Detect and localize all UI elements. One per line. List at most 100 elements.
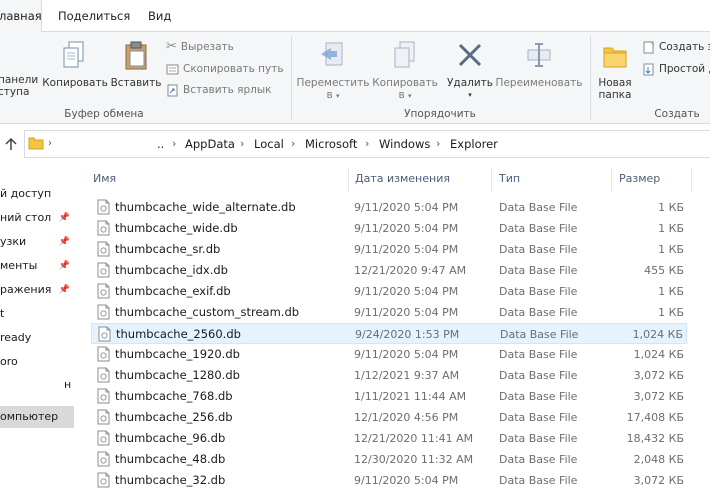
file-size: 2,048 КБ bbox=[633, 453, 684, 466]
chevron-right-icon[interactable]: › bbox=[436, 131, 440, 157]
file-date: 9/11/2020 5:04 PM bbox=[354, 348, 459, 361]
table-row[interactable]: thumbcache_sr.db 9/11/2020 5:04 PM Data Ba… bbox=[91, 239, 687, 260]
file-name: thumbcache_wide.db bbox=[115, 221, 238, 235]
column-divider[interactable] bbox=[691, 168, 692, 192]
folder-icon bbox=[28, 137, 44, 150]
up-arrow-icon[interactable] bbox=[4, 137, 18, 151]
table-row[interactable]: thumbcache_2560.db 9/24/2020 1:53 PM Data … bbox=[91, 323, 687, 344]
file-name: thumbcache_32.db bbox=[115, 473, 226, 487]
table-row[interactable]: thumbcache_48.db 12/30/2020 11:32 AM Data … bbox=[91, 449, 687, 470]
pin-to-quick-access-button[interactable]: панели ступа bbox=[0, 74, 38, 98]
file-date: 9/24/2020 1:53 PM bbox=[355, 328, 460, 341]
chevron-right-icon[interactable]: › bbox=[48, 131, 52, 157]
table-row[interactable]: thumbcache_1280.db 1/12/2021 9:37 AM Data … bbox=[91, 365, 687, 386]
nav-item-documents[interactable]: менты 📌 bbox=[0, 255, 74, 277]
nav-item-downloads[interactable]: узки 📌 bbox=[0, 231, 74, 253]
file-icon bbox=[97, 367, 110, 383]
tab-view-label: Вид bbox=[148, 9, 172, 23]
file-size: 1,024 КБ bbox=[632, 328, 683, 341]
copy-to-button[interactable]: Копировать в ▾ bbox=[370, 40, 440, 102]
file-name: thumbcache_custom_stream.db bbox=[115, 305, 300, 319]
new-item-button[interactable]: Создать э... bbox=[642, 37, 710, 57]
nav-item-label: ражения bbox=[0, 283, 52, 296]
move-to-button[interactable]: Переместить в ▾ bbox=[294, 40, 372, 102]
paste-button[interactable]: Вставить bbox=[110, 40, 162, 89]
table-row[interactable]: thumbcache_exif.db 9/11/2020 5:04 PM Data … bbox=[91, 281, 687, 302]
table-row[interactable]: thumbcache_idx.db 12/21/2020 9:47 AM Data … bbox=[91, 260, 687, 281]
breadcrumb-ellipsis[interactable]: .. bbox=[157, 131, 164, 157]
new-folder-button[interactable]: Новая папка bbox=[594, 40, 636, 101]
breadcrumb-local[interactable]: Local bbox=[254, 131, 284, 157]
column-header-name[interactable]: Имя bbox=[93, 170, 116, 192]
column-divider[interactable] bbox=[348, 168, 349, 192]
chevron-right-icon[interactable]: › bbox=[291, 131, 295, 157]
table-row[interactable]: thumbcache_wide_alternate.db 9/11/2020 5:… bbox=[91, 197, 687, 218]
file-date: 1/11/2021 11:44 AM bbox=[354, 390, 467, 403]
file-type: Data Base File bbox=[499, 243, 578, 256]
nav-item-folder-t[interactable]: t bbox=[0, 303, 74, 325]
table-row[interactable]: thumbcache_1920.db 9/11/2020 5:04 PM Data … bbox=[91, 344, 687, 365]
nav-item-folder-unnamed[interactable]: н bbox=[0, 374, 74, 396]
clipboard-icon bbox=[125, 41, 147, 70]
cut-button[interactable]: ✂ Вырезать bbox=[166, 37, 234, 57]
file-type: Data Base File bbox=[499, 348, 578, 361]
table-row[interactable]: thumbcache_96.db 12/21/2020 11:41 AM Data … bbox=[91, 428, 687, 449]
nav-item-label: ний стол bbox=[0, 211, 52, 224]
file-date: 12/1/2020 4:56 PM bbox=[354, 411, 459, 424]
file-size: 1 КБ bbox=[658, 306, 684, 319]
nav-item-folder-oro[interactable]: oro bbox=[0, 351, 74, 373]
file-size: 1 КБ bbox=[658, 201, 684, 214]
nav-item-pictures[interactable]: ражения 📌 bbox=[0, 279, 74, 301]
nav-item-label: омпьютер bbox=[0, 410, 59, 423]
paste-shortcut-label: Вставить ярлык bbox=[183, 84, 272, 96]
file-name: thumbcache_1280.db bbox=[115, 368, 240, 382]
file-size: 455 КБ bbox=[644, 264, 684, 277]
move-to-label-1: Переместить bbox=[296, 77, 370, 89]
file-name: thumbcache_exif.db bbox=[115, 284, 231, 298]
delete-button[interactable]: Удалить ▾ bbox=[444, 40, 496, 101]
paste-shortcut-button[interactable]: Вставить ярлык bbox=[166, 80, 272, 100]
column-header-type[interactable]: Тип bbox=[499, 170, 520, 192]
tab-share-label: Поделиться bbox=[58, 9, 131, 23]
create-group-label: Создать bbox=[654, 108, 700, 120]
table-row[interactable]: thumbcache_wide.db 9/11/2020 5:04 PM Data … bbox=[91, 218, 687, 239]
tab-view[interactable]: Вид bbox=[148, 0, 178, 33]
file-name: thumbcache_sr.db bbox=[115, 242, 221, 256]
nav-item-quick-access[interactable]: й доступ bbox=[0, 183, 74, 205]
nav-item-folder-ready[interactable]: ready bbox=[0, 327, 74, 349]
organize-group-label: Упорядочить bbox=[404, 108, 476, 120]
table-row[interactable]: thumbcache_768.db 1/11/2021 11:44 AM Data … bbox=[91, 386, 687, 407]
tab-share[interactable]: Поделиться bbox=[58, 0, 131, 33]
file-icon bbox=[97, 409, 110, 425]
navigation-pane: й доступ ний стол 📌 узки 📌 менты 📌 ражения 📌… bbox=[0, 162, 74, 497]
delete-dropdown-icon: ▾ bbox=[468, 91, 472, 99]
new-folder-label-1: Новая bbox=[598, 77, 632, 89]
pin-label-2: ступа bbox=[0, 86, 30, 98]
tab-home[interactable]: лавная bbox=[0, 0, 42, 33]
column-divider[interactable] bbox=[491, 168, 492, 192]
chevron-right-icon[interactable]: › bbox=[365, 131, 369, 157]
file-name: thumbcache_wide_alternate.db bbox=[115, 200, 296, 214]
file-name: thumbcache_96.db bbox=[115, 431, 226, 445]
file-icon bbox=[97, 472, 110, 488]
easy-access-button[interactable]: Простой д... bbox=[642, 59, 710, 79]
column-header-size[interactable]: Размер bbox=[619, 170, 660, 192]
chevron-right-icon[interactable]: › bbox=[240, 131, 244, 157]
table-row[interactable]: thumbcache_custom_stream.db 9/11/2020 5:0… bbox=[91, 302, 687, 323]
table-row[interactable]: thumbcache_256.db 12/1/2020 4:56 PM Data B… bbox=[91, 407, 687, 428]
breadcrumb-appdata[interactable]: AppData bbox=[185, 131, 235, 157]
column-divider[interactable] bbox=[611, 168, 612, 192]
nav-item-desktop[interactable]: ний стол 📌 bbox=[0, 207, 74, 229]
breadcrumb-windows[interactable]: Windows bbox=[379, 131, 430, 157]
breadcrumb-explorer[interactable]: Explorer bbox=[450, 131, 498, 157]
file-name: thumbcache_2560.db bbox=[116, 327, 241, 341]
column-header-date[interactable]: Дата изменения bbox=[355, 170, 450, 192]
breadcrumb-microsoft[interactable]: Microsoft bbox=[305, 131, 357, 157]
copy-button[interactable]: Копировать bbox=[42, 40, 108, 89]
copy-path-button[interactable]: Скопировать путь bbox=[166, 59, 284, 79]
rename-button[interactable]: Переименовать bbox=[495, 40, 583, 89]
nav-item-this-pc[interactable]: омпьютер bbox=[0, 406, 74, 428]
table-row[interactable]: thumbcache_32.db 9/11/2020 5:04 PM Data Ba… bbox=[91, 470, 687, 491]
chevron-right-icon[interactable]: › bbox=[172, 131, 176, 157]
file-date: 12/21/2020 9:47 AM bbox=[354, 264, 467, 277]
